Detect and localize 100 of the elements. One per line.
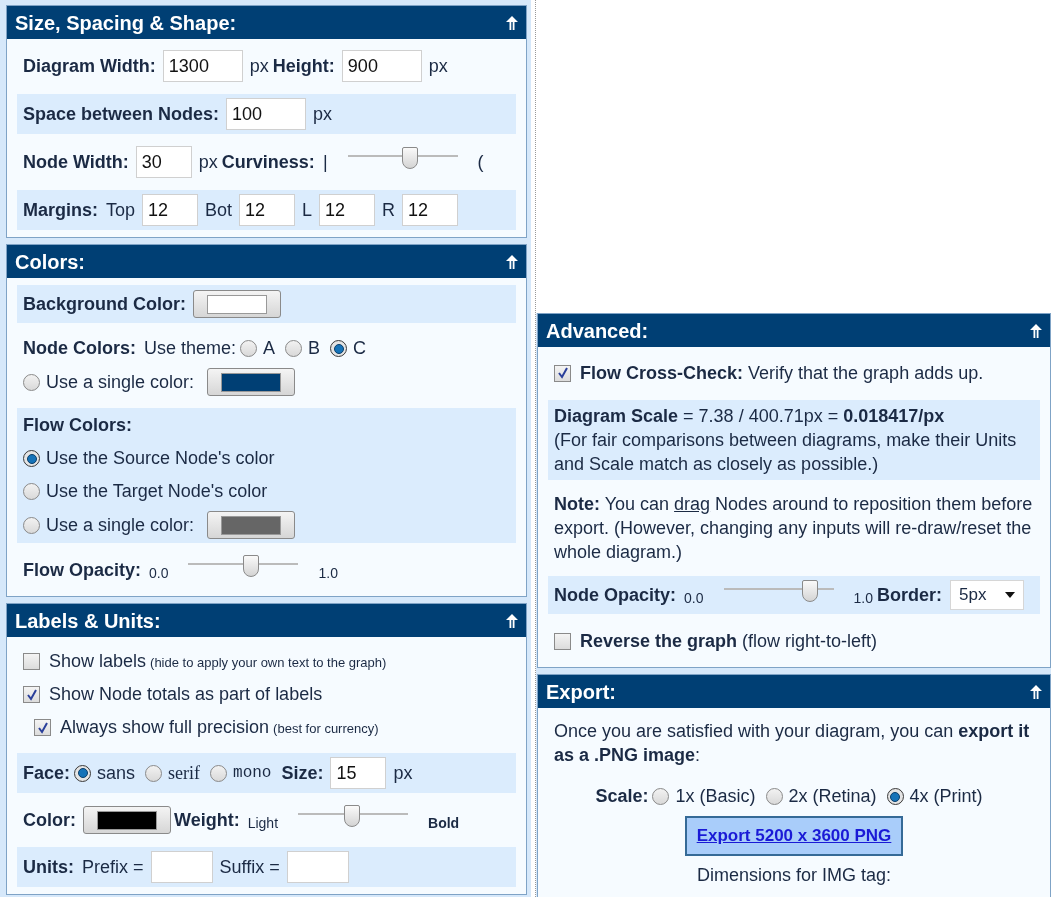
scale-text: 0.0 [684, 588, 704, 608]
unit-text: R [382, 198, 396, 222]
unit-text: px [313, 102, 333, 126]
collapse-icon[interactable] [1030, 684, 1042, 699]
input-field[interactable]: 15 [330, 757, 387, 789]
select-dropdown[interactable]: 5px [950, 580, 1024, 610]
unit-text: Top [106, 198, 136, 222]
field-label: Node Opacity: [554, 583, 677, 607]
field-label: Color: [23, 808, 76, 832]
input-field[interactable]: 12 [319, 194, 376, 226]
input-field[interactable]: 900 [341, 50, 422, 82]
unit-text: Dimensions for IMG tag: [696, 863, 892, 887]
field-label: Flow Opacity: [23, 558, 141, 582]
collapse-icon[interactable] [1030, 323, 1042, 338]
unit-text: px [249, 54, 269, 78]
scale-text: Bold [428, 813, 460, 833]
color-picker-button[interactable] [207, 368, 296, 396]
slider-thumb[interactable] [402, 147, 419, 169]
checkbox-label[interactable]: Show Node totals as part of labels [49, 681, 323, 708]
radio-button[interactable] [23, 373, 40, 391]
caret-icon [1005, 592, 1015, 598]
radio-label[interactable]: serif [168, 759, 201, 787]
field-label: Height: [272, 54, 335, 78]
field-label: Space between Nodes: [23, 102, 220, 126]
radio-label[interactable]: Use a single color: [46, 511, 195, 539]
radio-label[interactable]: Use the Source Node's color [46, 445, 275, 472]
color-picker-button[interactable] [83, 806, 171, 834]
scale-text: Light [247, 813, 278, 833]
collapse-icon[interactable] [506, 613, 518, 628]
unit-text: px [428, 54, 448, 78]
input-field[interactable]: 1300 [162, 50, 243, 82]
checkbox[interactable] [554, 632, 571, 650]
unit-text: px [393, 761, 413, 785]
slider[interactable] [723, 580, 834, 602]
field-label: Background Color: [23, 292, 186, 316]
radio-button[interactable] [765, 788, 783, 805]
checkbox[interactable] [34, 719, 51, 736]
radio-button[interactable] [23, 483, 40, 500]
slider[interactable] [188, 555, 299, 577]
input-field[interactable] [150, 851, 213, 883]
radio-button[interactable] [652, 788, 670, 805]
scale-text: 0.0 [149, 563, 169, 583]
slider[interactable] [347, 147, 458, 169]
checkbox-label[interactable]: Flow Cross-Check: Verify that the graph adds up. [580, 359, 984, 387]
radio-label[interactable]: mono [233, 761, 272, 785]
input-field[interactable]: 12 [402, 194, 459, 226]
radio-label[interactable]: Use a single color: [46, 368, 195, 396]
info-text: (For fair comparisons between diagrams, make their Units and Scale match as closely as possible.) [554, 429, 1018, 476]
field-label: Curviness: [221, 150, 315, 174]
field-label: Diagram Width: [23, 54, 156, 78]
hint-text: (best for currency) [273, 719, 379, 738]
slider-thumb[interactable] [344, 805, 361, 827]
checkbox[interactable] [554, 364, 571, 382]
field-label: Flow Colors: [23, 414, 132, 437]
collapse-icon[interactable] [506, 254, 518, 269]
color-picker-button[interactable] [207, 511, 296, 539]
export-button[interactable]: Export 5200 x 3600 PNG [684, 816, 904, 856]
radio-label[interactable]: sans [97, 759, 136, 787]
color-picker-button[interactable] [193, 290, 281, 318]
radio-button[interactable] [74, 764, 92, 782]
input-field[interactable]: 30 [135, 146, 192, 178]
field-label: Face: [23, 761, 71, 785]
radio-button[interactable] [145, 764, 163, 782]
unit-text: L [302, 198, 313, 222]
radio-button[interactable] [240, 340, 258, 357]
checkbox-label[interactable]: Show labels [49, 648, 147, 675]
radio-label[interactable]: C [353, 335, 367, 362]
checkbox-label[interactable]: Reverse the graph (flow right-to-left) [580, 627, 878, 655]
slider-thumb[interactable] [801, 580, 818, 602]
checkbox[interactable] [23, 686, 40, 703]
radio-button[interactable] [210, 764, 228, 782]
unit-text: Use theme: [144, 337, 237, 360]
radio-label[interactable]: B [308, 335, 321, 362]
input-field[interactable]: 12 [239, 194, 296, 226]
unit-text: px [198, 150, 218, 174]
radio-button[interactable] [23, 516, 40, 534]
radio-label[interactable]: Use the Target Node's color [46, 478, 268, 505]
radio-label[interactable]: 1x (Basic) [675, 783, 756, 810]
radio-label[interactable]: 2x (Retina) [788, 783, 877, 810]
input-field[interactable]: 12 [142, 194, 199, 226]
field-label: Size: [281, 761, 324, 785]
radio-label[interactable]: A [263, 335, 276, 362]
input-field[interactable] [286, 851, 349, 883]
panel-title: Advanced: [546, 318, 649, 344]
slider-thumb[interactable] [243, 555, 259, 577]
radio-button[interactable] [886, 788, 904, 805]
unit-text: Suffix = [219, 855, 280, 879]
checkbox-label[interactable]: Always show full precision [60, 714, 270, 741]
radio-label[interactable]: 4x (Print) [909, 783, 983, 810]
field-label: Weight: [174, 808, 240, 832]
collapse-icon[interactable] [506, 15, 518, 30]
scale-text: 1.0 [318, 563, 338, 583]
radio-button[interactable] [330, 340, 348, 357]
checkbox[interactable] [23, 653, 40, 670]
field-label: Margins: [23, 198, 98, 222]
slider[interactable] [298, 805, 408, 827]
radio-button[interactable] [285, 340, 303, 357]
input-field[interactable]: 100 [226, 98, 307, 130]
field-label: Node Colors: [23, 337, 136, 360]
radio-button[interactable] [23, 450, 40, 467]
